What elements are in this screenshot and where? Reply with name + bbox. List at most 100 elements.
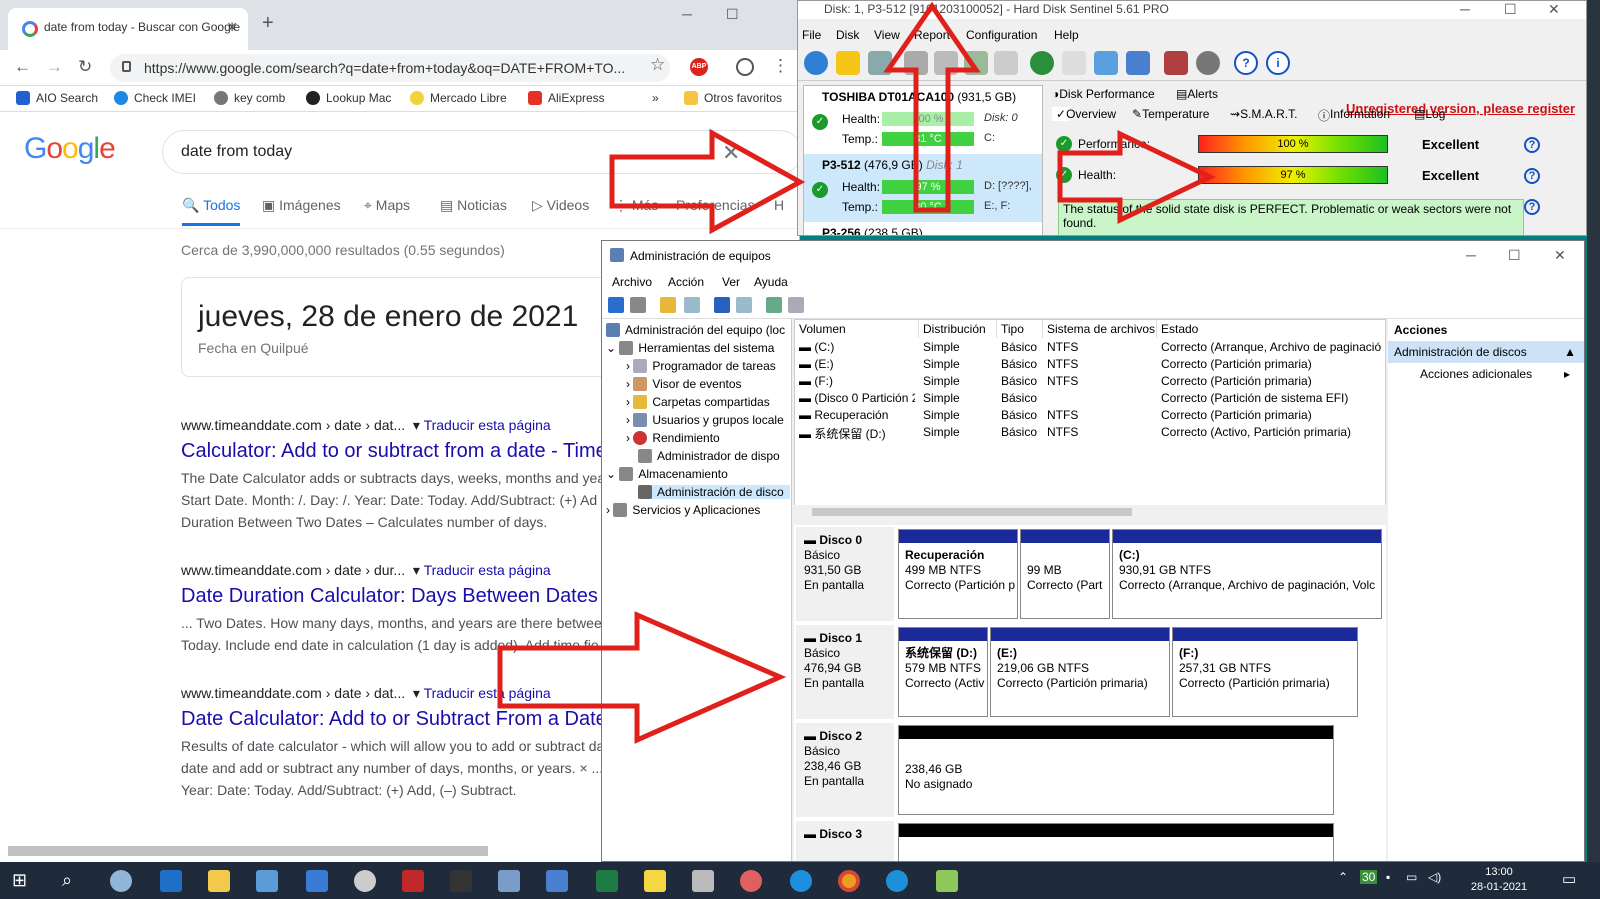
- horizontal-scrollbar[interactable]: [8, 846, 488, 856]
- close-tab-icon[interactable]: ✕: [226, 19, 238, 36]
- tray-badge[interactable]: 30: [1360, 870, 1378, 884]
- column-volumen[interactable]: Volumen: [795, 320, 919, 338]
- volume-cell[interactable]: Básico: [1001, 340, 1037, 354]
- sticky-notes-icon[interactable]: [644, 870, 666, 892]
- volume-cell[interactable]: Básico: [1001, 391, 1037, 405]
- app-icon[interactable]: [402, 870, 424, 892]
- result-url[interactable]: www.timeanddate.com › date › dat...: [181, 417, 405, 433]
- minimize-icon[interactable]: ─: [682, 6, 692, 22]
- tree-item-performance[interactable]: › Rendimiento: [626, 431, 720, 445]
- translate-link[interactable]: Traducir esta página: [424, 417, 551, 433]
- bookmark-mercado-libre[interactable]: Mercado Libre: [410, 91, 507, 105]
- maximize-icon[interactable]: ☐: [726, 6, 739, 23]
- volume-cell[interactable]: Simple: [923, 357, 960, 371]
- disk-label[interactable]: ▬ Disco 0 Básico 931,50 GB En pantalla: [796, 527, 894, 621]
- tab-temperature[interactable]: ✎ Temperature: [1132, 107, 1209, 121]
- help-icon[interactable]: [714, 297, 730, 313]
- result-title[interactable]: Date Calculator: Add to or Subtract From…: [181, 708, 611, 731]
- teamviewer-icon[interactable]: [790, 870, 812, 892]
- tab-maps[interactable]: ⌖ Maps: [364, 197, 410, 214]
- column-sistema[interactable]: Sistema de archivos: [1043, 320, 1157, 338]
- tray-overflow-icon[interactable]: ⌃: [1338, 870, 1348, 884]
- search-icon[interactable]: ⌕: [62, 870, 84, 892]
- app-icon[interactable]: [936, 870, 958, 892]
- actions-disk-management[interactable]: Administración de discos ▲: [1388, 341, 1584, 363]
- tab-overview[interactable]: ✓ Overview: [1052, 107, 1116, 121]
- address-bar[interactable]: https://www.google.com/search?q=date+fro…: [110, 54, 670, 82]
- app-icon[interactable]: [692, 870, 714, 892]
- disk-label[interactable]: ▬ Disco 2 Básico 238,46 GB En pantalla: [796, 723, 894, 817]
- bookmark-key-comb[interactable]: key comb: [214, 91, 285, 105]
- monitor-icon[interactable]: [1164, 51, 1188, 75]
- partition[interactable]: (C:) 930,91 GB NTFS Correcto (Arranque, Ar…: [1112, 529, 1382, 619]
- menu-configuration[interactable]: Configuration: [966, 28, 1037, 42]
- profile-icon[interactable]: [736, 58, 754, 76]
- actions-more[interactable]: Acciones adicionales ▸: [1420, 367, 1570, 381]
- outlook-icon[interactable]: [160, 870, 182, 892]
- volume-cell[interactable]: Básico: [1001, 357, 1037, 371]
- bookmark-check-imei[interactable]: Check IMEI: [114, 91, 196, 105]
- menu-ver[interactable]: Ver: [722, 275, 740, 289]
- clear-search-icon[interactable]: ✕: [722, 140, 740, 166]
- partition[interactable]: 99 MB Correcto (Part: [1020, 529, 1110, 619]
- help-icon[interactable]: ?: [1524, 137, 1540, 153]
- tab-alerts[interactable]: ▤ Alerts: [1176, 87, 1218, 101]
- volume-cell[interactable]: Correcto (Arranque, Archivo de paginació: [1161, 340, 1381, 354]
- help-icon[interactable]: ?: [1524, 168, 1540, 184]
- tree-item-event-viewer[interactable]: › Visor de eventos: [626, 377, 742, 391]
- report-icon[interactable]: [1062, 51, 1086, 75]
- result-title[interactable]: Calculator: Add to or subtract from a da…: [181, 440, 611, 463]
- partition[interactable]: (F:) 257,31 GB NTFS Correcto (Partición pr…: [1172, 627, 1358, 717]
- app-icon[interactable]: [546, 870, 568, 892]
- notifications-icon[interactable]: ▭: [1562, 870, 1576, 888]
- network-icon[interactable]: [1126, 51, 1150, 75]
- close-icon[interactable]: ✕: [1548, 1, 1560, 18]
- volume-name[interactable]: ▬ (F:): [799, 374, 833, 388]
- help-icon[interactable]: ?: [1234, 51, 1258, 75]
- volume-cell[interactable]: Básico: [1001, 425, 1037, 439]
- tab-smart[interactable]: ⇝ S.M.A.R.T.: [1230, 107, 1297, 121]
- other-bookmarks[interactable]: Otros favoritos: [684, 91, 782, 105]
- properties-icon[interactable]: [788, 297, 804, 313]
- excel-icon[interactable]: [596, 870, 618, 892]
- volume-name[interactable]: ▬ (E:): [799, 357, 834, 371]
- tab-herramientas[interactable]: H: [774, 197, 784, 213]
- info-icon[interactable]: i: [1266, 51, 1290, 75]
- tab-log[interactable]: ▤ Log: [1414, 107, 1445, 121]
- volume-icon[interactable]: ◁): [1428, 870, 1441, 884]
- sync-icon[interactable]: [1094, 51, 1118, 75]
- volume-cell[interactable]: Simple: [923, 374, 960, 388]
- google-logo[interactable]: Google: [24, 132, 116, 166]
- disk-label[interactable]: ▬ Disco 3: [796, 821, 894, 861]
- sound-icon[interactable]: [1196, 51, 1220, 75]
- volume-cell[interactable]: Simple: [923, 408, 960, 422]
- forward-icon[interactable]: [630, 297, 646, 313]
- menu-view[interactable]: View: [874, 28, 900, 42]
- tree-item-system-tools[interactable]: ⌄ Herramientas del sistema: [606, 341, 774, 355]
- menu-help[interactable]: Help: [1054, 28, 1079, 42]
- disk-icon[interactable]: [868, 51, 892, 75]
- translate-link[interactable]: Traducir esta página: [424, 562, 551, 578]
- column-estado[interactable]: Estado: [1157, 320, 1387, 338]
- tab-videos[interactable]: ▷ Videos: [532, 197, 589, 214]
- tab-disk-performance[interactable]: ◑ Disk Performance: [1052, 87, 1155, 101]
- reload-icon[interactable]: ↻: [78, 57, 92, 77]
- app-icon[interactable]: [450, 870, 472, 892]
- disk-entry[interactable]: P3-256 (238,5 GB): [804, 222, 1042, 235]
- tree-item-device-manager[interactable]: Administrador de dispo: [638, 449, 780, 463]
- volume-cell[interactable]: Correcto (Partición primaria): [1161, 408, 1312, 422]
- menu-report[interactable]: Report: [914, 28, 950, 42]
- up-folder-icon[interactable]: [660, 297, 676, 313]
- result-url[interactable]: www.timeanddate.com › date › dur...: [181, 562, 405, 578]
- volume-cell[interactable]: Simple: [923, 340, 960, 354]
- clock[interactable]: 13:00 28-01-2021: [1454, 865, 1544, 895]
- back-icon[interactable]: [608, 297, 624, 313]
- menu-accion[interactable]: Acción: [668, 275, 704, 289]
- computer-management-icon[interactable]: [498, 870, 520, 892]
- tree-item-task-scheduler[interactable]: › Programador de tareas: [626, 359, 776, 373]
- adblock-icon[interactable]: ABP: [690, 58, 708, 76]
- surface-icon[interactable]: [934, 51, 958, 75]
- unallocated-partition[interactable]: 238,46 GB No asignado: [898, 725, 1334, 815]
- volume-cell[interactable]: NTFS: [1047, 408, 1078, 422]
- partition[interactable]: (E:) 219,06 GB NTFS Correcto (Partición pr…: [990, 627, 1170, 717]
